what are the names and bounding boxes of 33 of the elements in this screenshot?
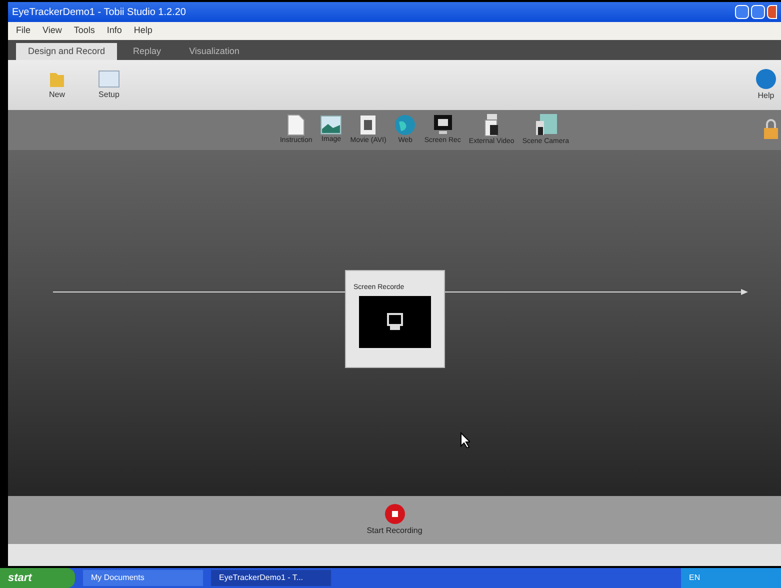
window-title: EyeTrackerDemo1 - Tobii Studio 1.2.20	[12, 6, 186, 20]
camera-icon	[534, 112, 558, 137]
monitor-icon	[386, 312, 404, 332]
globe-icon	[394, 114, 416, 136]
start-recording-button[interactable]: Start Recording	[366, 503, 422, 537]
record-icon	[384, 503, 406, 525]
menu-item[interactable]: Help	[134, 24, 152, 38]
close-button[interactable]	[767, 5, 777, 19]
tab[interactable]: Design and Record	[16, 43, 118, 60]
menu-item[interactable]: View	[42, 24, 62, 38]
language-indicator: EN	[689, 572, 700, 584]
lock-icon	[763, 118, 779, 140]
menu-item[interactable]: Tools	[74, 24, 95, 38]
help-icon	[755, 68, 777, 90]
taskbar-item[interactable]: My Documents	[83, 570, 203, 586]
maximize-button[interactable]	[751, 5, 765, 19]
window-icon	[98, 69, 120, 89]
setup-button[interactable]: Setup	[98, 69, 120, 101]
tab[interactable]: Visualization	[177, 43, 252, 60]
minimize-button[interactable]	[735, 5, 749, 19]
menu-item[interactable]: File	[16, 24, 31, 38]
taskbar-item[interactable]: EyeTrackerDemo1 - T...	[211, 570, 331, 586]
new-button[interactable]: New	[48, 69, 66, 101]
video-camera-icon	[484, 112, 500, 137]
film-icon	[359, 114, 378, 136]
image-icon	[320, 114, 342, 135]
tab[interactable]: Replay	[121, 43, 174, 60]
start-button[interactable]: start	[0, 568, 75, 588]
menu-item[interactable]: Info	[106, 24, 122, 38]
mouse-cursor-icon	[460, 432, 470, 448]
help-button[interactable]: Help	[755, 68, 777, 102]
monitor-icon	[432, 114, 453, 136]
document-icon	[287, 114, 306, 136]
